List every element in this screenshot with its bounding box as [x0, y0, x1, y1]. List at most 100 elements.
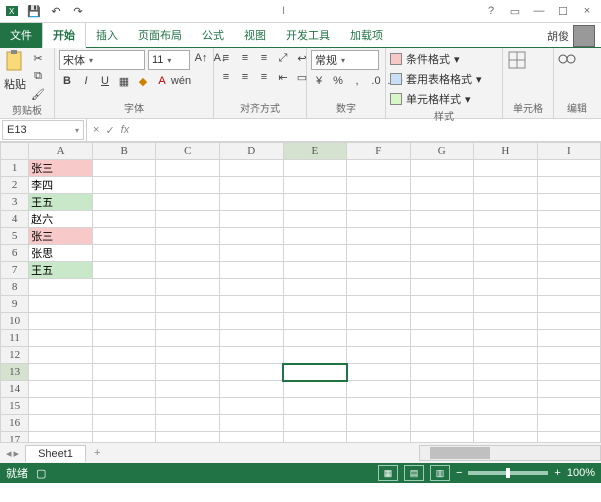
cell-B17[interactable]	[92, 432, 156, 443]
row-header-3[interactable]: 3	[1, 194, 29, 211]
cell-D14[interactable]	[220, 381, 284, 398]
tab-home[interactable]: 开始	[42, 22, 86, 48]
zoom-slider[interactable]	[468, 471, 548, 475]
conditional-format-button[interactable]: 条件格式▾	[390, 50, 460, 68]
row-header-13[interactable]: 13	[1, 364, 29, 381]
cell-F8[interactable]	[347, 279, 410, 296]
col-header-B[interactable]: B	[92, 143, 156, 160]
row-header-17[interactable]: 17	[1, 432, 29, 443]
increase-font-icon[interactable]: A↑	[193, 50, 209, 66]
cell-H16[interactable]	[474, 415, 538, 432]
last-sheet-icon[interactable]: ▸	[14, 447, 20, 460]
row-header-11[interactable]: 11	[1, 330, 29, 347]
cell-G6[interactable]	[410, 245, 474, 262]
page-layout-view-icon[interactable]: ▤	[404, 465, 424, 481]
cell-B8[interactable]	[92, 279, 156, 296]
cell-C11[interactable]	[156, 330, 220, 347]
cell-B7[interactable]	[92, 262, 156, 279]
row-header-12[interactable]: 12	[1, 347, 29, 364]
cell-E3[interactable]	[283, 194, 346, 211]
col-header-I[interactable]: I	[537, 143, 600, 160]
cell-D17[interactable]	[220, 432, 284, 443]
cell-C5[interactable]	[156, 228, 220, 245]
cell-B2[interactable]	[92, 177, 156, 194]
phonetic-icon[interactable]: wén	[173, 73, 189, 89]
percent-icon[interactable]: %	[330, 73, 346, 89]
cell-H7[interactable]	[474, 262, 538, 279]
cell-I12[interactable]	[537, 347, 600, 364]
horizontal-scrollbar[interactable]	[419, 445, 601, 461]
col-header-C[interactable]: C	[156, 143, 220, 160]
cell-A15[interactable]	[29, 398, 93, 415]
cell-E12[interactable]	[283, 347, 346, 364]
cell-I4[interactable]	[537, 211, 600, 228]
cell-C16[interactable]	[156, 415, 220, 432]
new-sheet-button[interactable]: +	[86, 447, 108, 459]
scrollbar-thumb[interactable]	[430, 447, 490, 459]
cell-F17[interactable]	[347, 432, 410, 443]
cell-A1[interactable]: 张三	[29, 160, 93, 177]
cell-D2[interactable]	[220, 177, 284, 194]
tab-view[interactable]: 视图	[234, 23, 276, 47]
cell-E9[interactable]	[283, 296, 346, 313]
row-header-8[interactable]: 8	[1, 279, 29, 296]
normal-view-icon[interactable]: ▦	[378, 465, 398, 481]
cell-D8[interactable]	[220, 279, 284, 296]
cell-G13[interactable]	[410, 364, 474, 381]
tab-insert[interactable]: 插入	[86, 23, 128, 47]
cell-C8[interactable]	[156, 279, 220, 296]
cell-A9[interactable]	[29, 296, 93, 313]
cell-D15[interactable]	[220, 398, 284, 415]
cell-F9[interactable]	[347, 296, 410, 313]
cell-B11[interactable]	[92, 330, 156, 347]
cell-B5[interactable]	[92, 228, 156, 245]
align-middle-icon[interactable]: ≡	[237, 50, 253, 66]
cell-B13[interactable]	[92, 364, 156, 381]
cell-C6[interactable]	[156, 245, 220, 262]
cell-I3[interactable]	[537, 194, 600, 211]
cell-E1[interactable]	[283, 160, 346, 177]
minimize-icon[interactable]: —	[529, 5, 549, 17]
indent-dec-icon[interactable]: ⇤	[275, 69, 291, 85]
cell-C2[interactable]	[156, 177, 220, 194]
cell-D3[interactable]	[220, 194, 284, 211]
cell-E17[interactable]	[283, 432, 346, 443]
col-header-F[interactable]: F	[347, 143, 410, 160]
macro-record-icon[interactable]: ▢	[36, 467, 46, 480]
cell-I6[interactable]	[537, 245, 600, 262]
paste-button[interactable]: 粘贴	[4, 50, 26, 92]
copy-icon[interactable]: ⧉	[30, 68, 46, 84]
cell-I1[interactable]	[537, 160, 600, 177]
cell-B10[interactable]	[92, 313, 156, 330]
cell-D16[interactable]	[220, 415, 284, 432]
cell-F6[interactable]	[347, 245, 410, 262]
cell-B1[interactable]	[92, 160, 156, 177]
cell-A6[interactable]: 张思	[29, 245, 93, 262]
number-format-combo[interactable]: 常规▾	[311, 50, 379, 70]
align-right-icon[interactable]: ≡	[256, 69, 272, 85]
cell-A12[interactable]	[29, 347, 93, 364]
border-icon[interactable]: ▦	[116, 73, 132, 89]
first-sheet-icon[interactable]: ◂	[6, 447, 12, 460]
save-icon[interactable]: 💾	[26, 3, 42, 19]
cell-I17[interactable]	[537, 432, 600, 443]
cell-D7[interactable]	[220, 262, 284, 279]
bold-icon[interactable]: B	[59, 73, 75, 89]
cell-C14[interactable]	[156, 381, 220, 398]
cancel-icon[interactable]: ×	[93, 124, 99, 136]
cell-E10[interactable]	[283, 313, 346, 330]
cell-E11[interactable]	[283, 330, 346, 347]
cell-I9[interactable]	[537, 296, 600, 313]
cell-E13[interactable]	[283, 364, 346, 381]
cell-D10[interactable]	[220, 313, 284, 330]
cell-F1[interactable]	[347, 160, 410, 177]
cell-G10[interactable]	[410, 313, 474, 330]
cell-I15[interactable]	[537, 398, 600, 415]
cell-G9[interactable]	[410, 296, 474, 313]
cell-C1[interactable]	[156, 160, 220, 177]
underline-icon[interactable]: U	[97, 73, 113, 89]
col-header-E[interactable]: E	[283, 143, 346, 160]
page-break-view-icon[interactable]: ▥	[430, 465, 450, 481]
row-header-15[interactable]: 15	[1, 398, 29, 415]
cell-I16[interactable]	[537, 415, 600, 432]
